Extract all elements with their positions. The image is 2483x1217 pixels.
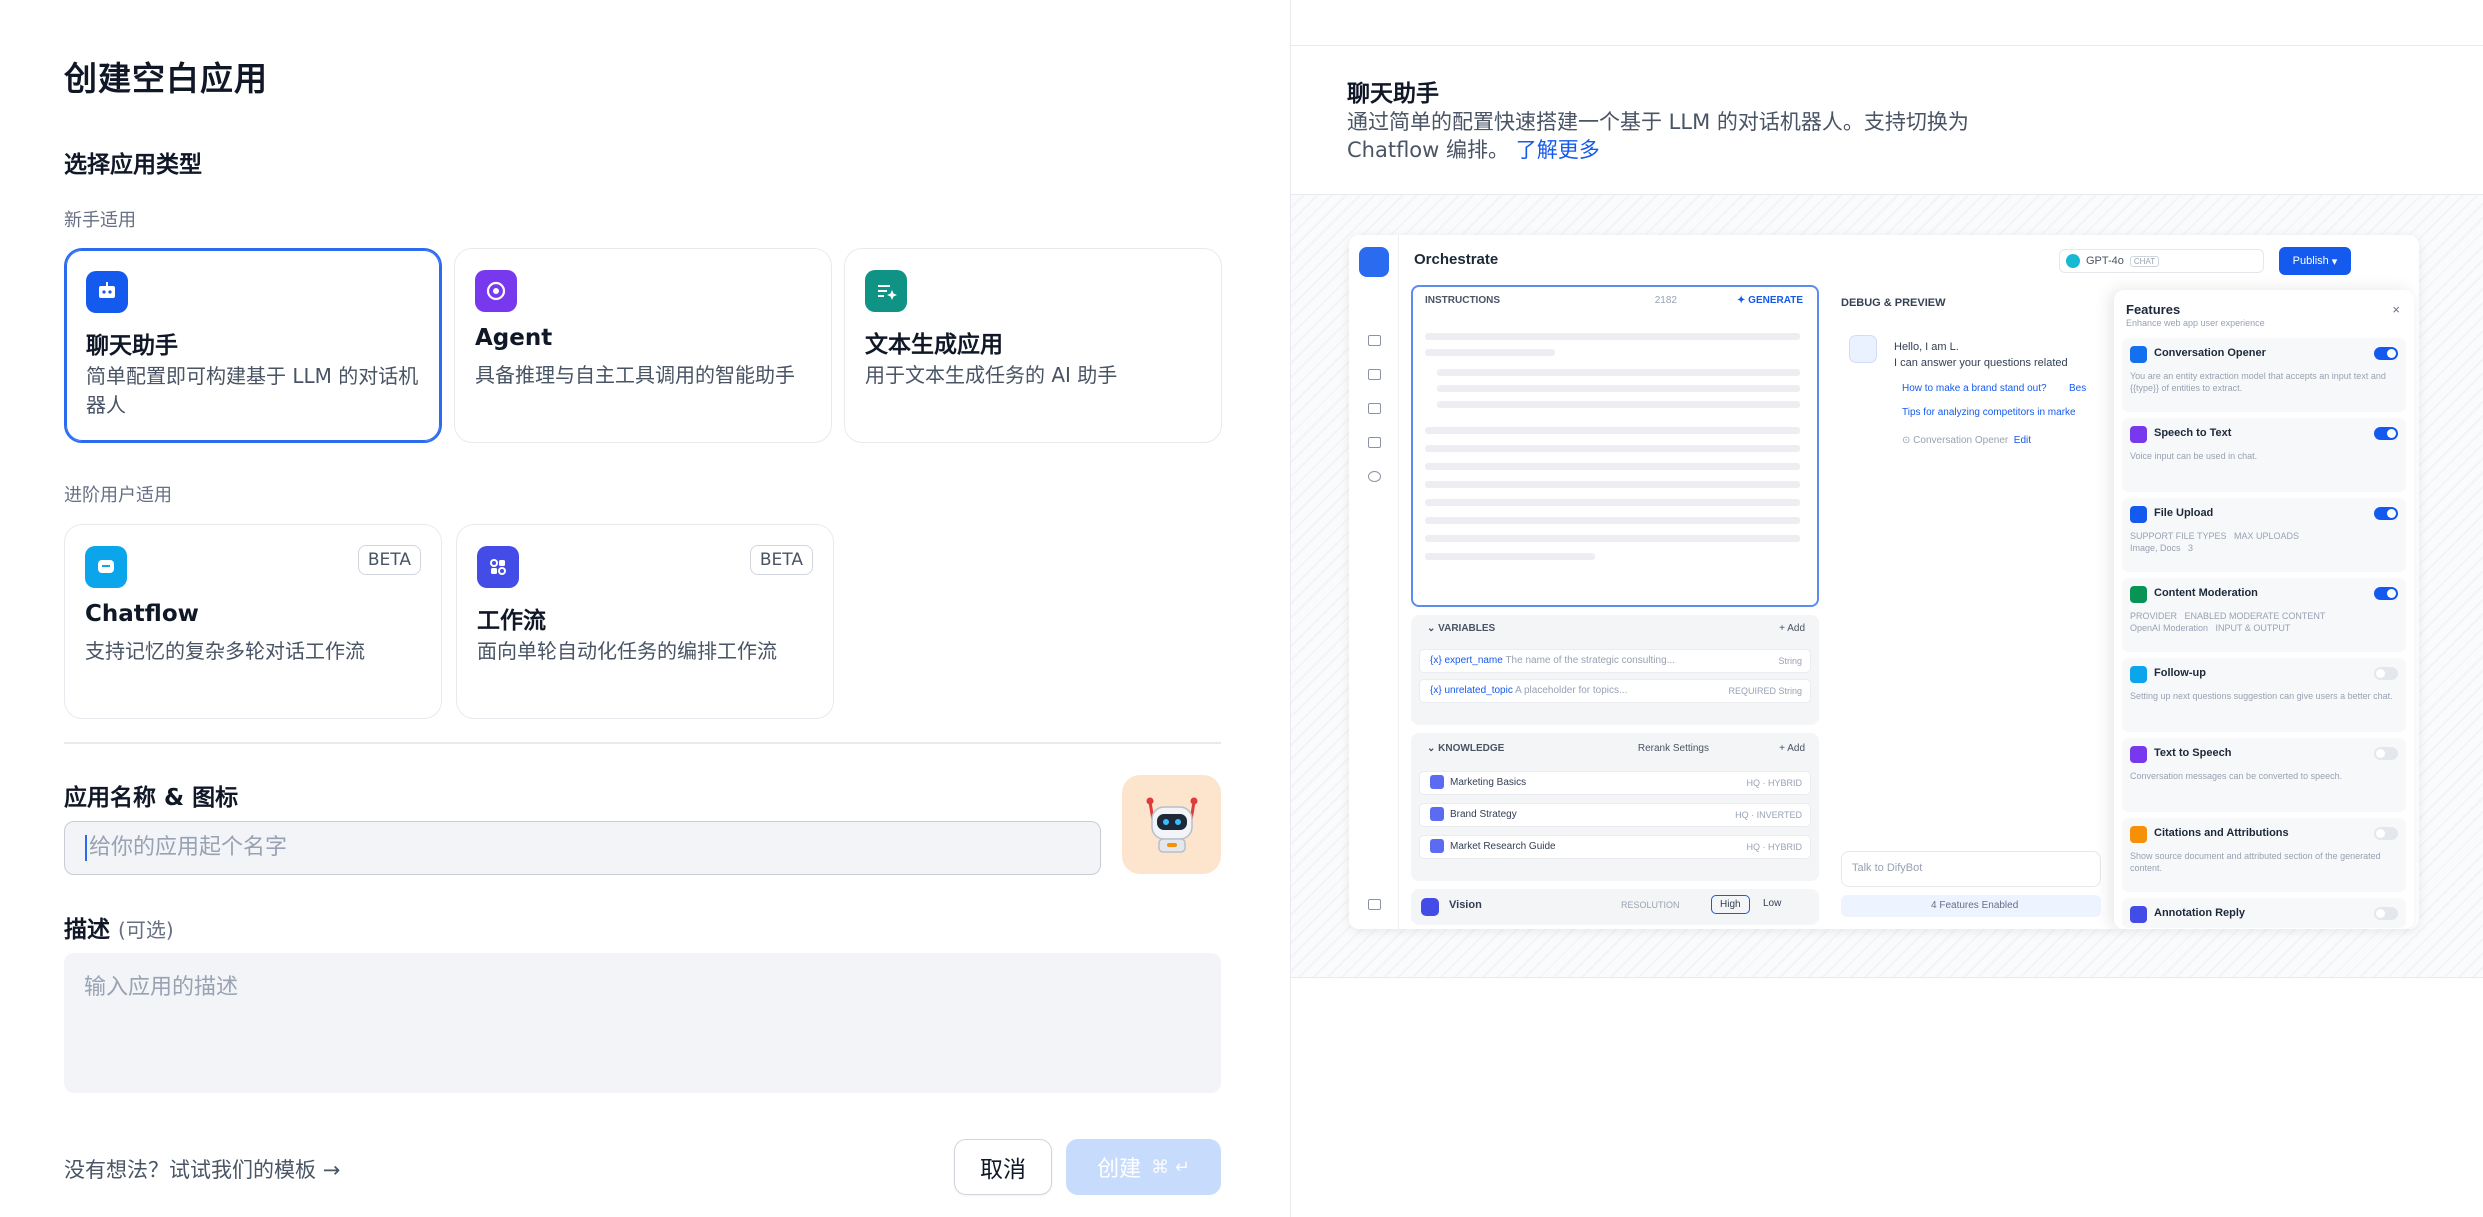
knowledge-row: Market Research Guide HQ · HYBRID bbox=[1419, 835, 1811, 859]
model-icon bbox=[2066, 254, 2080, 268]
mock-chat-input: Talk to DifyBot bbox=[1841, 851, 2101, 887]
create-app-form: 创建空白应用 选择应用类型 新手适用 聊天助手 简单配置即可构建基于 LLM 的… bbox=[0, 0, 1290, 1217]
app-type-card-chatflow[interactable]: BETA Chatflow 支持记忆的复杂多轮对话工作流 bbox=[64, 524, 442, 719]
shortcut-hint: ⌘ ↵ bbox=[1151, 1156, 1190, 1178]
feature-item: File Upload SUPPORT FILE TYPES MAX UPLOAD… bbox=[2122, 498, 2406, 572]
create-button[interactable]: 创建 ⌘ ↵ bbox=[1066, 1139, 1221, 1195]
app-type-preview-panel: 聊天助手 通过简单的配置快速搭建一个基于 LLM 的对话机器人。支持切换为 Ch… bbox=[1290, 0, 2483, 1217]
card-title: Agent bbox=[475, 325, 553, 351]
variable-row: {x} unrelated_topic A placeholder for to… bbox=[1419, 679, 1811, 703]
app-type-card-workflow[interactable]: BETA 工作流 面向单轮自动化任务的编排工作流 bbox=[456, 524, 834, 719]
variable-row: {x} expert_name The name of the strategi… bbox=[1419, 649, 1811, 673]
terminal-icon bbox=[1368, 369, 1381, 380]
app-type-card-chatbot[interactable]: 聊天助手 简单配置即可构建基于 LLM 的对话机器人 bbox=[64, 248, 442, 443]
beta-badge: BETA bbox=[357, 545, 421, 575]
knowledge-row: Marketing Basics HQ · HYBRID bbox=[1419, 771, 1811, 795]
app-name-input[interactable]: 给你的应用起个名字 bbox=[64, 821, 1101, 875]
template-link[interactable]: 没有想法？试试我们的模板 → bbox=[64, 1154, 340, 1184]
bot-avatar-icon bbox=[1849, 335, 1877, 363]
publish-button: Publish ▾ bbox=[2279, 247, 2351, 275]
chat-bot-icon bbox=[86, 271, 128, 313]
app-icon-picker[interactable] bbox=[1122, 775, 1221, 874]
dialog-title: 创建空白应用 bbox=[64, 59, 268, 98]
card-description: 简单配置即可构建基于 LLM 的对话机器人 bbox=[86, 364, 419, 417]
logs-icon bbox=[1368, 403, 1381, 414]
description-textarea[interactable]: 输入应用的描述 bbox=[64, 953, 1221, 1093]
feature-item: Follow-up Setting up next questions sugge… bbox=[2122, 658, 2406, 732]
card-title: 文本生成应用 bbox=[865, 332, 1003, 358]
description-placeholder: 输入应用的描述 bbox=[84, 975, 239, 1000]
model-selector: GPT-4o CHAT bbox=[2059, 249, 2264, 273]
knowledge-row: Brand Strategy HQ · INVERTED bbox=[1419, 803, 1811, 827]
preview-description: 通过简单的配置快速搭建一个基于 LLM 的对话机器人。支持切换为 Chatflo… bbox=[1347, 110, 1969, 162]
preview-image-area: Orchestrate GPT-4o CHAT Publish ▾ INSTRUC… bbox=[1291, 194, 2483, 978]
card-description: 用于文本生成任务的 AI 助手 bbox=[865, 363, 1118, 387]
annotation-icon bbox=[1368, 437, 1381, 448]
feature-item: Conversation Opener You are an entity ext… bbox=[2122, 338, 2406, 412]
vision-section: Vision RESOLUTION High Low bbox=[1411, 889, 1819, 925]
app-type-heading: 选择应用类型 bbox=[64, 152, 202, 178]
card-description: 支持记忆的复杂多轮对话工作流 bbox=[85, 639, 365, 663]
app-type-card-text-generation[interactable]: 文本生成应用 用于文本生成任务的 AI 助手 bbox=[844, 248, 1222, 443]
feature-item: Annotation Reply bbox=[2122, 898, 2406, 928]
learn-more-link[interactable]: 了解更多 bbox=[1516, 138, 1600, 162]
feature-item: Citations and Attributions Show source do… bbox=[2122, 818, 2406, 892]
app-name-placeholder: 给你的应用起个名字 bbox=[89, 835, 288, 860]
generate-button: ✦ GENERATE bbox=[1737, 295, 1803, 306]
group-advanced-label: 进阶用户适用 bbox=[64, 485, 172, 506]
app-name-label: 应用名称 & 图标 bbox=[64, 785, 239, 811]
instructions-box: INSTRUCTIONS 2182 ✦ GENERATE bbox=[1411, 285, 1819, 607]
feature-item: Content Moderation PROVIDER ENABLED MODER… bbox=[2122, 578, 2406, 652]
close-icon: × bbox=[2392, 302, 2400, 317]
mock-header-title: Orchestrate bbox=[1414, 251, 1499, 268]
card-title: Chatflow bbox=[85, 601, 199, 627]
features-enabled-bar: 4 Features Enabled bbox=[1841, 895, 2101, 917]
card-title: 聊天助手 bbox=[86, 333, 178, 359]
preview-title: 聊天助手 bbox=[1347, 81, 1439, 107]
app-type-card-agent[interactable]: Agent 具备推理与自主工具调用的智能助手 bbox=[454, 248, 832, 443]
beta-badge: BETA bbox=[749, 545, 813, 575]
variables-section: ⌄ VARIABLES + Add {x} expert_name The na… bbox=[1411, 615, 1819, 725]
agent-icon bbox=[475, 270, 517, 312]
card-title: 工作流 bbox=[477, 608, 546, 634]
text-generation-icon bbox=[865, 270, 907, 312]
orchestrate-icon bbox=[1368, 335, 1381, 346]
robot-avatar-icon bbox=[1146, 797, 1197, 853]
mock-sidebar bbox=[1349, 235, 1399, 929]
description-label: 描述 (可选) bbox=[64, 917, 174, 943]
knowledge-section: ⌄ KNOWLEDGE Rerank Settings + Add Market… bbox=[1411, 733, 1819, 881]
card-description: 面向单轮自动化任务的编排工作流 bbox=[477, 639, 777, 663]
app-logo-icon bbox=[1359, 247, 1389, 277]
preview-top-bar bbox=[1291, 0, 2483, 46]
group-beginner-label: 新手适用 bbox=[64, 210, 136, 231]
orchestrate-screenshot: Orchestrate GPT-4o CHAT Publish ▾ INSTRUC… bbox=[1349, 235, 2419, 929]
divider bbox=[64, 742, 1221, 744]
arrow-right-icon: → bbox=[322, 1158, 341, 1182]
feature-item: Speech to Text Voice input can be used in… bbox=[2122, 418, 2406, 492]
features-panel: Features Enhance web app user experience… bbox=[2114, 290, 2414, 929]
card-description: 具备推理与自主工具调用的智能助手 bbox=[475, 363, 795, 387]
cancel-button[interactable]: 取消 bbox=[954, 1139, 1052, 1195]
collapse-icon bbox=[1368, 899, 1381, 910]
chatflow-icon bbox=[85, 546, 127, 588]
optional-hint: (可选) bbox=[118, 918, 174, 942]
workflow-icon bbox=[477, 546, 519, 588]
monitor-icon bbox=[1368, 471, 1381, 482]
feature-item: Text to Speech Conversation messages can … bbox=[2122, 738, 2406, 812]
